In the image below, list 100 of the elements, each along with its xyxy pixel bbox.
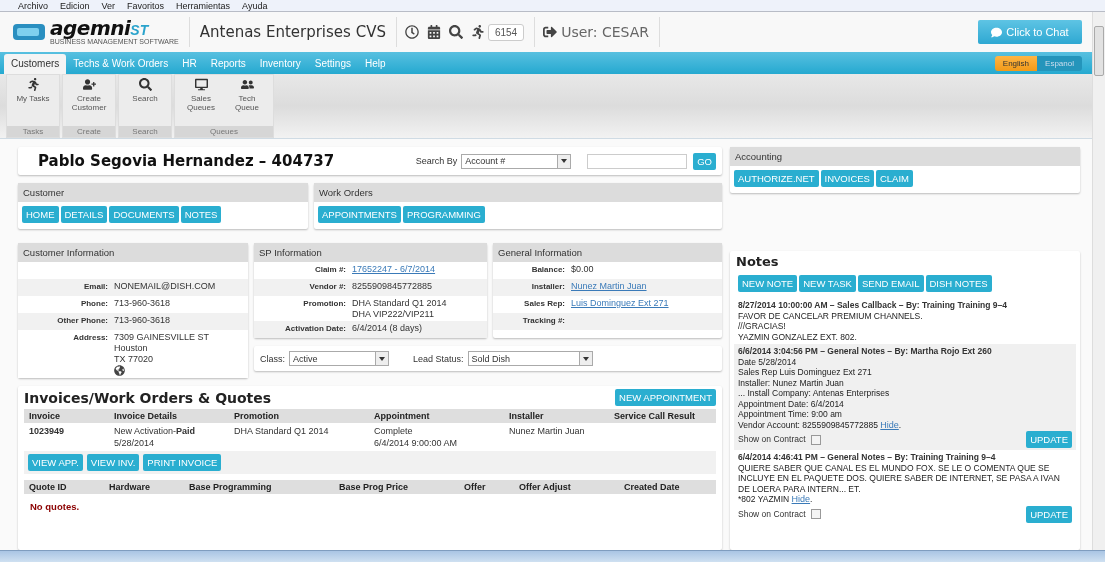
panel-button[interactable]: PROGRAMMING	[402, 206, 485, 223]
search-icon[interactable]	[448, 25, 463, 39]
calendar-icon[interactable]	[426, 25, 441, 39]
chat-button[interactable]: Click to Chat	[978, 20, 1082, 44]
field-label: Tracking #:	[521, 315, 566, 327]
nav-tab[interactable]: HR	[175, 54, 204, 74]
ribbon-label: Create Customer	[70, 94, 108, 112]
invoice-button[interactable]: VIEW APP.	[28, 454, 83, 471]
note-text: ///GRACIAS!	[738, 321, 787, 332]
column-header: Base Prog Price	[339, 482, 410, 492]
ribbon-label: Tech Queue	[234, 94, 260, 112]
empty-message: No quotes.	[29, 500, 81, 514]
select-label: Lead Status:	[413, 353, 464, 364]
ribbon-button[interactable]: Create Customer	[68, 78, 110, 123]
user-name: User: CESAR	[557, 17, 661, 47]
panel-button[interactable]: NEW NOTE	[738, 275, 798, 292]
hide-link[interactable]: Hide	[880, 419, 899, 430]
group-label: Queues	[175, 126, 273, 137]
ribbon-button[interactable]: Search	[124, 78, 166, 123]
task-count: 6154	[487, 23, 525, 41]
panel-button[interactable]: INVOICES	[820, 170, 874, 187]
scrollbar[interactable]	[1092, 12, 1105, 550]
menu-item[interactable]: Favoritos	[127, 1, 165, 11]
company-name: Antenas Enterprises CVS	[189, 17, 397, 47]
note-text: Date 5/28/2014	[738, 356, 798, 367]
panel-button[interactable]: NEW TASK	[799, 275, 856, 292]
value-link[interactable]: 17652247 - 6/7/2014	[352, 264, 436, 274]
panel-button[interactable]: AUTHORIZE.NET	[734, 170, 819, 187]
language-button[interactable]: English	[994, 55, 1038, 71]
panel-button[interactable]: DETAILS	[60, 206, 108, 223]
new-appointment-button[interactable]: NEW APPOINTMENT	[615, 389, 716, 406]
nav-tab[interactable]: Inventory	[252, 54, 308, 74]
table-cell-text: Complete	[374, 425, 414, 437]
monitor-icon	[194, 78, 208, 91]
user-plus-icon	[82, 78, 96, 91]
nav-tab[interactable]: Customers	[4, 54, 67, 74]
note-text: QUIERE SABER QUE CANAL ES EL MUNDO FOX. SE LE O COMENTA QUE SE INCLUYE EN EL PAQUETE DOS. QUIERE SABER DE INTERNET, SE PASA A IVAN DE LOERA PARA INTERN... ET.	[738, 462, 1061, 494]
field-value: NONEMAIL@DISH.COM	[114, 281, 216, 291]
field-value: DHA Standard Q1 2014	[352, 298, 447, 308]
search-select[interactable]: Account #	[461, 153, 572, 169]
go-button[interactable]: GO	[693, 152, 716, 170]
note-text: ... Install Company: Antenas Enterprises	[738, 388, 891, 399]
panel-header: Customer Information	[18, 243, 248, 262]
ribbon-button[interactable]: Tech Queue	[226, 78, 268, 123]
status-select[interactable]: Active	[289, 351, 389, 366]
logout-icon[interactable]	[543, 25, 558, 39]
column-header: Offer Adjust	[519, 482, 572, 492]
runner-icon[interactable]	[470, 25, 485, 39]
field-value: DHA VIP222/VIP211	[352, 309, 435, 319]
panel-button[interactable]: SEND EMAIL	[857, 275, 924, 292]
panel-button[interactable]: DOCUMENTS	[109, 206, 179, 223]
panel-button[interactable]: HOME	[22, 206, 59, 223]
clock-icon[interactable]	[404, 25, 419, 39]
section-title: Invoices/Work Orders & Quotes	[24, 389, 272, 406]
panel-button[interactable]: CLAIM	[875, 170, 913, 187]
nav-tab[interactable]: Reports	[203, 54, 253, 74]
note-text: *802 YAZMIN Hide.	[738, 494, 814, 505]
runner-icon	[26, 78, 40, 91]
menu-item[interactable]: Ver	[101, 1, 116, 11]
table-cell-text: DHA Standard Q1 2014	[234, 425, 330, 437]
contract-checkbox[interactable]	[810, 434, 821, 445]
status-select[interactable]: Sold Dish	[467, 351, 593, 366]
table-cell-text: 5/28/2014	[114, 437, 156, 449]
field-label: Installer:	[530, 281, 566, 293]
column-header: Quote ID	[29, 482, 68, 492]
field-value: 6/4/2014 (8 days)	[352, 323, 423, 333]
column-header: Installer	[509, 411, 545, 421]
table-cell-text: 6/4/2014 9:00:00 AM	[374, 437, 459, 449]
invoice-button[interactable]: VIEW INV.	[86, 454, 140, 471]
field-label: Vendor #:	[308, 281, 347, 293]
update-button[interactable]: UPDATE	[1026, 505, 1072, 523]
panel-button[interactable]: APPOINTMENTS	[318, 206, 401, 223]
search-label: Search By	[415, 156, 458, 166]
menu-item[interactable]: Ayuda	[242, 1, 268, 11]
value-link[interactable]: Luis Dominguez Ext 271	[571, 298, 669, 308]
search-field[interactable]	[587, 153, 688, 169]
language-button[interactable]: Espanol	[1037, 55, 1082, 71]
ribbon-button[interactable]: Sales Queues	[180, 78, 222, 123]
panel-button[interactable]: DISH NOTES	[925, 275, 992, 292]
update-button[interactable]: UPDATE	[1026, 431, 1072, 448]
ribbon-label: Sales Queues	[186, 94, 216, 112]
checkbox-label: Show on Contract	[738, 508, 806, 520]
panel-button[interactable]: NOTES	[180, 206, 222, 223]
nav-tab[interactable]: Settings	[307, 54, 358, 74]
menu-item[interactable]: Herramientas	[176, 1, 231, 11]
contract-checkbox[interactable]	[810, 509, 821, 519]
invoice-button[interactable]: PRINT INVOICE	[143, 454, 222, 471]
nav-tab[interactable]: Help	[357, 54, 393, 74]
field-value: 713-960-3618	[114, 298, 171, 308]
panel-header: SP Information	[254, 243, 487, 262]
column-header: Appointment	[374, 411, 431, 421]
group-label: Tasks	[7, 126, 59, 137]
chat-bubble-icon	[991, 26, 1003, 38]
note-text: Installer: Nunez Martin Juan	[738, 377, 845, 388]
nav-tab[interactable]: Techs & Work Orders	[66, 54, 176, 74]
menu-item[interactable]: Archivo	[18, 1, 48, 11]
ribbon-button[interactable]: My Tasks	[12, 78, 54, 123]
note-text: FAVOR DE CANCELAR PREMIUM CHANNELS.	[738, 310, 924, 321]
value-link[interactable]: Nunez Martin Juan	[571, 281, 647, 291]
menu-item[interactable]: Edicion	[60, 1, 90, 11]
